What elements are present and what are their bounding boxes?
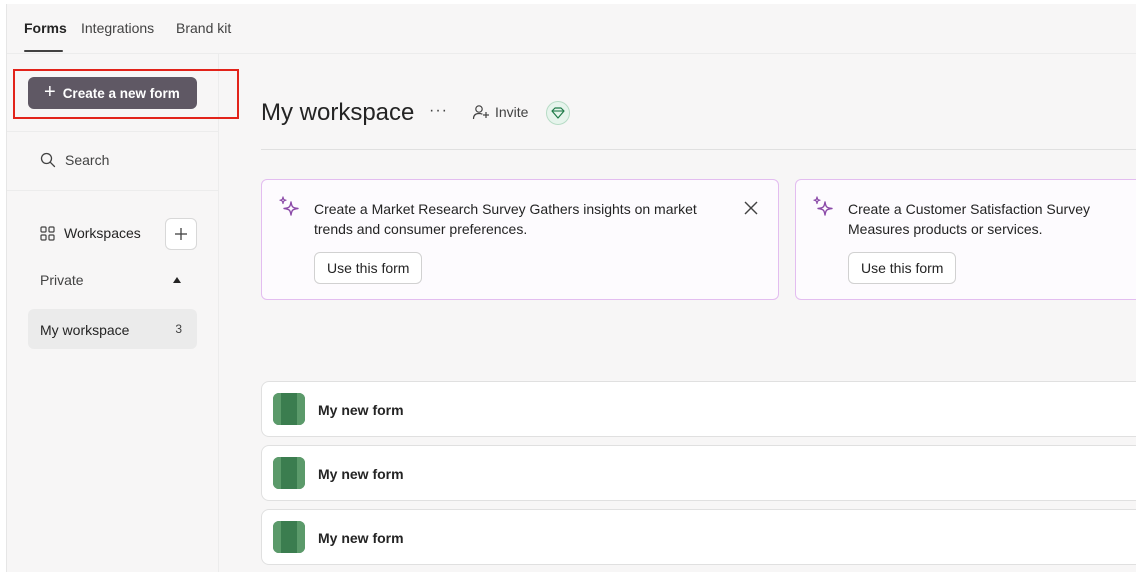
tab-forms[interactable]: Forms <box>24 20 67 36</box>
workspaces-label: Workspaces <box>64 225 141 241</box>
private-section-label: Private <box>40 272 84 288</box>
sidebar-item-my-workspace[interactable]: My workspace 3 <box>28 309 197 349</box>
plus-icon <box>175 228 187 240</box>
tab-brand-kit[interactable]: Brand kit <box>176 20 231 36</box>
close-icon[interactable] <box>744 199 758 219</box>
suggestion-card: Create a Customer Satisfaction Survey Me… <box>795 179 1136 300</box>
use-this-form-button[interactable]: Use this form <box>848 252 957 284</box>
form-name: My new form <box>318 466 404 482</box>
invite-button[interactable]: Invite <box>472 104 528 120</box>
suggestion-text-line: Create a Customer Satisfaction Survey Me… <box>848 201 1090 237</box>
search-label: Search <box>65 152 110 168</box>
form-name: My new form <box>318 530 404 546</box>
sidebar: + Create a new form Search Workspaces Pr… <box>7 54 218 572</box>
sparkle-icon <box>813 196 833 216</box>
form-list-item[interactable]: My new form <box>261 381 1136 437</box>
more-icon[interactable]: ··· <box>429 102 448 120</box>
divider <box>7 131 218 132</box>
page-title: My workspace <box>261 99 415 126</box>
diamond-icon <box>551 107 565 119</box>
form-icon <box>273 393 305 425</box>
sparkle-icon <box>279 196 299 216</box>
premium-badge[interactable] <box>546 101 570 125</box>
tab-integrations[interactable]: Integrations <box>81 20 154 36</box>
caret-up-icon[interactable] <box>173 277 181 283</box>
form-list-item[interactable]: My new form <box>261 509 1136 565</box>
grid-icon <box>40 225 55 241</box>
suggestion-card: Create a Market Research Survey Gathers … <box>261 179 779 300</box>
form-list-item[interactable]: My new form <box>261 445 1136 501</box>
invite-label: Invite <box>495 104 529 120</box>
form-name: My new form <box>318 402 404 418</box>
workspaces-header: Workspaces <box>40 225 141 241</box>
form-icon <box>273 521 305 553</box>
top-navigation: Forms Integrations Brand kit <box>7 4 1136 54</box>
suggestion-text: Create a Customer Satisfaction Survey Me… <box>848 199 1136 239</box>
suggestion-text: Create a Market Research Survey Gathers … <box>314 201 697 237</box>
add-workspace-button[interactable] <box>165 218 197 250</box>
workspace-label: My workspace <box>40 322 130 338</box>
search-icon <box>40 152 56 168</box>
highlight-annotation <box>13 69 239 119</box>
person-add-icon <box>472 105 489 120</box>
divider <box>7 190 218 191</box>
active-tab-indicator <box>24 50 63 52</box>
workspace-count: 3 <box>175 322 182 336</box>
divider <box>261 149 1136 150</box>
form-icon <box>273 457 305 489</box>
use-this-form-button[interactable]: Use this form <box>314 252 423 284</box>
main-content: My workspace ··· Invite Create a Market <box>219 54 1136 572</box>
app-window: Forms Integrations Brand kit + Create a … <box>6 4 1136 572</box>
search-button[interactable]: Search <box>40 152 109 168</box>
